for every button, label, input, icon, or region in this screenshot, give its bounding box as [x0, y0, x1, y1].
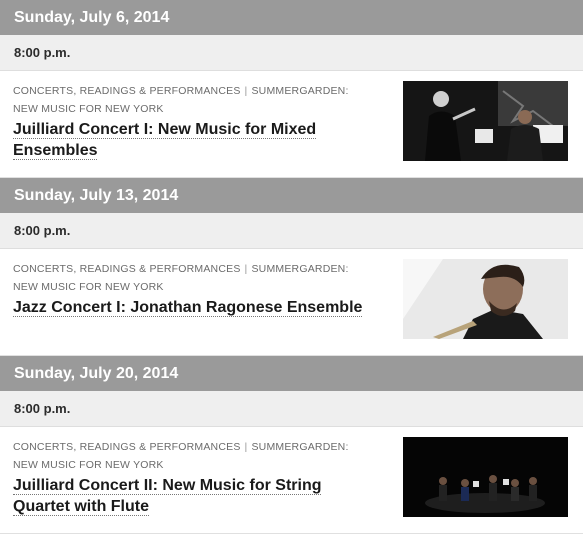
date-heading: Sunday, July 13, 2014 — [0, 178, 583, 213]
event-item: CONCERTS, READINGS & PERFORMANCES | SUMMER… — [0, 427, 583, 534]
time-heading: 8:00 p.m. — [0, 213, 583, 249]
event-title-link[interactable]: Juilliard Concert II: New Music for Stri… — [13, 477, 322, 516]
saxophonist-photo-image — [403, 259, 568, 339]
event-title: Juilliard Concert I: New Music for Mixed… — [13, 119, 373, 161]
meta-separator: | — [244, 441, 248, 453]
category-link[interactable]: CONCERTS, READINGS & PERFORMANCES — [13, 441, 241, 453]
event-item: CONCERTS, READINGS & PERFORMANCES | SUMMER… — [0, 249, 583, 356]
string-quartet-photo-image — [403, 437, 568, 517]
conductor-photo-image — [403, 81, 568, 161]
event-thumbnail[interactable] — [403, 81, 568, 161]
event-item: CONCERTS, READINGS & PERFORMANCES | SUMMER… — [0, 71, 583, 178]
event-title-link[interactable]: Juilliard Concert I: New Music for Mixed… — [13, 121, 317, 160]
event-title: Juilliard Concert II: New Music for Stri… — [13, 475, 373, 517]
day-section: Sunday, July 13, 2014 8:00 p.m. CONCERTS… — [0, 178, 583, 356]
event-meta: CONCERTS, READINGS & PERFORMANCES | SUMMER… — [13, 438, 373, 474]
category-link[interactable]: CONCERTS, READINGS & PERFORMANCES — [13, 263, 241, 275]
event-title-link[interactable]: Jazz Concert I: Jonathan Ragonese Ensemb… — [13, 299, 363, 317]
event-thumbnail[interactable] — [403, 437, 568, 517]
day-section: Sunday, July 6, 2014 8:00 p.m. CONCERTS,… — [0, 0, 583, 178]
meta-separator: | — [244, 85, 248, 97]
date-heading: Sunday, July 20, 2014 — [0, 356, 583, 391]
date-heading: Sunday, July 6, 2014 — [0, 0, 583, 35]
event-thumbnail[interactable] — [403, 259, 568, 339]
event-list: Sunday, July 6, 2014 8:00 p.m. CONCERTS,… — [0, 0, 583, 534]
meta-separator: | — [244, 263, 248, 275]
day-section: Sunday, July 20, 2014 8:00 p.m. CONCERTS… — [0, 356, 583, 534]
time-heading: 8:00 p.m. — [0, 391, 583, 427]
event-title: Jazz Concert I: Jonathan Ragonese Ensemb… — [13, 297, 373, 318]
category-link[interactable]: CONCERTS, READINGS & PERFORMANCES — [13, 85, 241, 97]
event-meta: CONCERTS, READINGS & PERFORMANCES | SUMMER… — [13, 260, 373, 296]
time-heading: 8:00 p.m. — [0, 35, 583, 71]
event-meta: CONCERTS, READINGS & PERFORMANCES | SUMMER… — [13, 82, 373, 118]
